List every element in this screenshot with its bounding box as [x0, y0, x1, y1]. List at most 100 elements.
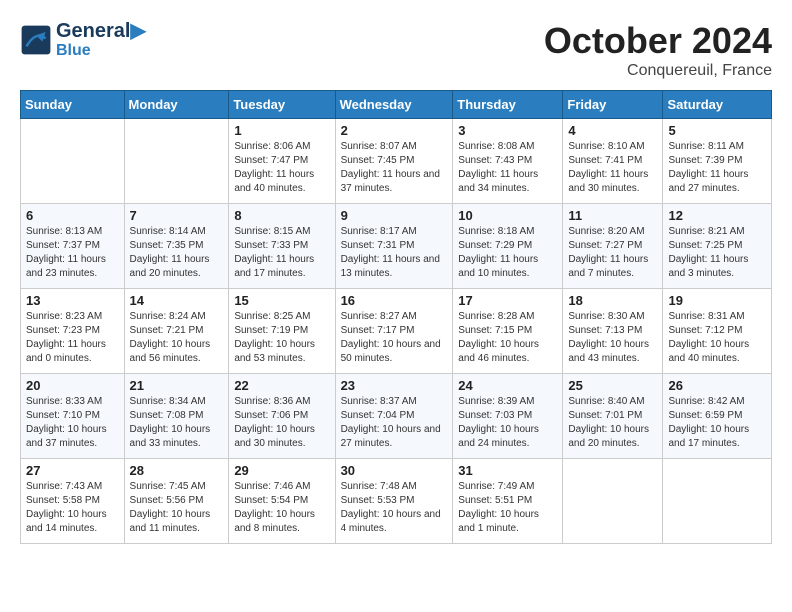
day-number: 22	[234, 378, 329, 393]
day-number: 1	[234, 123, 329, 138]
weekday-header: SundayMondayTuesdayWednesdayThursdayFrid…	[21, 91, 772, 119]
calendar-day-cell: 3Sunrise: 8:08 AMSunset: 7:43 PMDaylight…	[453, 119, 563, 204]
weekday-header-cell: Tuesday	[229, 91, 335, 119]
day-info: Sunrise: 8:40 AMSunset: 7:01 PMDaylight:…	[568, 395, 657, 451]
day-info: Sunrise: 8:10 AMSunset: 7:41 PMDaylight:…	[568, 140, 657, 196]
logo-name: General▶	[56, 20, 146, 42]
calendar-week-row: 20Sunrise: 8:33 AMSunset: 7:10 PMDayligh…	[21, 374, 772, 459]
calendar-week-row: 1 Sunrise: 8:06 AMSunset: 7:47 PMDaylight…	[21, 119, 772, 204]
calendar-day-cell: 14Sunrise: 8:24 AMSunset: 7:21 PMDayligh…	[124, 289, 229, 374]
title-area: October 2024 Conquereuil, France	[544, 20, 772, 80]
day-info: Sunrise: 7:43 AMSunset: 5:58 PMDaylight:…	[26, 480, 119, 536]
calendar-day-cell: 9 Sunrise: 8:17 AMSunset: 7:31 PMDaylight…	[335, 204, 453, 289]
day-info: Sunrise: 8:07 AMSunset: 7:45 PMDaylight:…	[341, 140, 448, 196]
calendar-day-cell: 7 Sunrise: 8:14 AMSunset: 7:35 PMDaylight…	[124, 204, 229, 289]
calendar-day-cell: 23Sunrise: 8:37 AMSunset: 7:04 PMDayligh…	[335, 374, 453, 459]
calendar-day-cell: 27Sunrise: 7:43 AMSunset: 5:58 PMDayligh…	[21, 459, 125, 544]
day-number: 6	[26, 208, 119, 223]
calendar-day-cell: 6Sunrise: 8:13 AMSunset: 7:37 PMDaylight…	[21, 204, 125, 289]
day-number: 31	[458, 463, 557, 478]
weekday-header-cell: Wednesday	[335, 91, 453, 119]
calendar-week-row: 13 Sunrise: 8:23 AMSunset: 7:23 PMDayligh…	[21, 289, 772, 374]
calendar-day-cell: 21 Sunrise: 8:34 AMSunset: 7:08 PMDayligh…	[124, 374, 229, 459]
day-number: 9	[341, 208, 448, 223]
calendar-day-cell: 22 Sunrise: 8:36 AMSunset: 7:06 PMDayligh…	[229, 374, 335, 459]
day-info: Sunrise: 8:39 AMSunset: 7:03 PMDaylight:…	[458, 395, 557, 451]
day-info: Sunrise: 8:34 AMSunset: 7:08 PMDaylight:…	[130, 395, 224, 451]
location-title: Conquereuil, France	[544, 62, 772, 80]
day-info: Sunrise: 8:37 AMSunset: 7:04 PMDaylight:…	[341, 395, 448, 451]
month-title: October 2024	[544, 20, 772, 62]
weekday-header-cell: Thursday	[453, 91, 563, 119]
day-info: Sunrise: 8:25 AMSunset: 7:19 PMDaylight:…	[234, 310, 329, 366]
day-number: 28	[130, 463, 224, 478]
calendar-day-cell: 5 Sunrise: 8:11 AMSunset: 7:39 PMDaylight…	[663, 119, 772, 204]
day-info: Sunrise: 8:31 AMSunset: 7:12 PMDaylight:…	[668, 310, 766, 366]
calendar-day-cell: 18Sunrise: 8:30 AMSunset: 7:13 PMDayligh…	[563, 289, 663, 374]
day-info: Sunrise: 8:18 AMSunset: 7:29 PMDaylight:…	[458, 225, 557, 281]
calendar-day-cell: 29 Sunrise: 7:46 AMSunset: 5:54 PMDayligh…	[229, 459, 335, 544]
calendar-body: 1 Sunrise: 8:06 AMSunset: 7:47 PMDaylight…	[21, 119, 772, 544]
day-info: Sunrise: 8:36 AMSunset: 7:06 PMDaylight:…	[234, 395, 329, 451]
day-info: Sunrise: 7:49 AMSunset: 5:51 PMDaylight:…	[458, 480, 557, 536]
day-info: Sunrise: 7:48 AMSunset: 5:53 PMDaylight:…	[341, 480, 448, 536]
day-number: 2	[341, 123, 448, 138]
weekday-header-cell: Monday	[124, 91, 229, 119]
logo: General▶ Blue	[20, 20, 146, 60]
day-number: 8	[234, 208, 329, 223]
day-number: 24	[458, 378, 557, 393]
calendar-week-row: 27Sunrise: 7:43 AMSunset: 5:58 PMDayligh…	[21, 459, 772, 544]
day-info: Sunrise: 8:06 AMSunset: 7:47 PMDaylight:…	[234, 140, 329, 196]
day-number: 4	[568, 123, 657, 138]
calendar-day-cell: 15 Sunrise: 8:25 AMSunset: 7:19 PMDayligh…	[229, 289, 335, 374]
calendar-day-cell: 31 Sunrise: 7:49 AMSunset: 5:51 PMDayligh…	[453, 459, 563, 544]
calendar-day-cell: 28Sunrise: 7:45 AMSunset: 5:56 PMDayligh…	[124, 459, 229, 544]
day-number: 11	[568, 208, 657, 223]
day-info: Sunrise: 8:14 AMSunset: 7:35 PMDaylight:…	[130, 225, 224, 281]
calendar-day-cell	[124, 119, 229, 204]
day-number: 26	[668, 378, 766, 393]
day-info: Sunrise: 8:20 AMSunset: 7:27 PMDaylight:…	[568, 225, 657, 281]
day-info: Sunrise: 8:27 AMSunset: 7:17 PMDaylight:…	[341, 310, 448, 366]
day-info: Sunrise: 8:28 AMSunset: 7:15 PMDaylight:…	[458, 310, 557, 366]
weekday-header-cell: Friday	[563, 91, 663, 119]
calendar-day-cell: 19 Sunrise: 8:31 AMSunset: 7:12 PMDayligh…	[663, 289, 772, 374]
calendar-table: SundayMondayTuesdayWednesdayThursdayFrid…	[20, 90, 772, 544]
day-info: Sunrise: 8:24 AMSunset: 7:21 PMDaylight:…	[130, 310, 224, 366]
calendar-day-cell: 30 Sunrise: 7:48 AMSunset: 5:53 PMDayligh…	[335, 459, 453, 544]
day-info: Sunrise: 8:21 AMSunset: 7:25 PMDaylight:…	[668, 225, 766, 281]
day-number: 18	[568, 293, 657, 308]
calendar-day-cell: 26 Sunrise: 8:42 AMSunset: 6:59 PMDayligh…	[663, 374, 772, 459]
calendar-day-cell: 24 Sunrise: 8:39 AMSunset: 7:03 PMDayligh…	[453, 374, 563, 459]
calendar-day-cell	[563, 459, 663, 544]
calendar-day-cell: 13 Sunrise: 8:23 AMSunset: 7:23 PMDayligh…	[21, 289, 125, 374]
day-info: Sunrise: 8:11 AMSunset: 7:39 PMDaylight:…	[668, 140, 766, 196]
day-info: Sunrise: 8:08 AMSunset: 7:43 PMDaylight:…	[458, 140, 557, 196]
day-number: 5	[668, 123, 766, 138]
calendar-day-cell: 20Sunrise: 8:33 AMSunset: 7:10 PMDayligh…	[21, 374, 125, 459]
day-number: 17	[458, 293, 557, 308]
day-number: 10	[458, 208, 557, 223]
day-number: 15	[234, 293, 329, 308]
day-number: 19	[668, 293, 766, 308]
day-info: Sunrise: 8:17 AMSunset: 7:31 PMDaylight:…	[341, 225, 448, 281]
calendar-day-cell: 11 Sunrise: 8:20 AMSunset: 7:27 PMDayligh…	[563, 204, 663, 289]
day-info: Sunrise: 8:15 AMSunset: 7:33 PMDaylight:…	[234, 225, 329, 281]
calendar-day-cell: 25Sunrise: 8:40 AMSunset: 7:01 PMDayligh…	[563, 374, 663, 459]
header: General▶ Blue October 2024 Conquereuil, …	[20, 20, 772, 80]
day-number: 21	[130, 378, 224, 393]
day-info: Sunrise: 7:46 AMSunset: 5:54 PMDaylight:…	[234, 480, 329, 536]
calendar-day-cell: 12Sunrise: 8:21 AMSunset: 7:25 PMDayligh…	[663, 204, 772, 289]
day-number: 29	[234, 463, 329, 478]
day-info: Sunrise: 8:33 AMSunset: 7:10 PMDaylight:…	[26, 395, 119, 451]
day-number: 7	[130, 208, 224, 223]
day-number: 30	[341, 463, 448, 478]
day-info: Sunrise: 8:23 AMSunset: 7:23 PMDaylight:…	[26, 310, 119, 366]
day-number: 13	[26, 293, 119, 308]
calendar-day-cell: 2 Sunrise: 8:07 AMSunset: 7:45 PMDaylight…	[335, 119, 453, 204]
calendar-day-cell	[21, 119, 125, 204]
weekday-header-cell: Sunday	[21, 91, 125, 119]
day-info: Sunrise: 8:42 AMSunset: 6:59 PMDaylight:…	[668, 395, 766, 451]
logo-sub: Blue	[56, 42, 146, 60]
calendar-day-cell: 8 Sunrise: 8:15 AMSunset: 7:33 PMDaylight…	[229, 204, 335, 289]
